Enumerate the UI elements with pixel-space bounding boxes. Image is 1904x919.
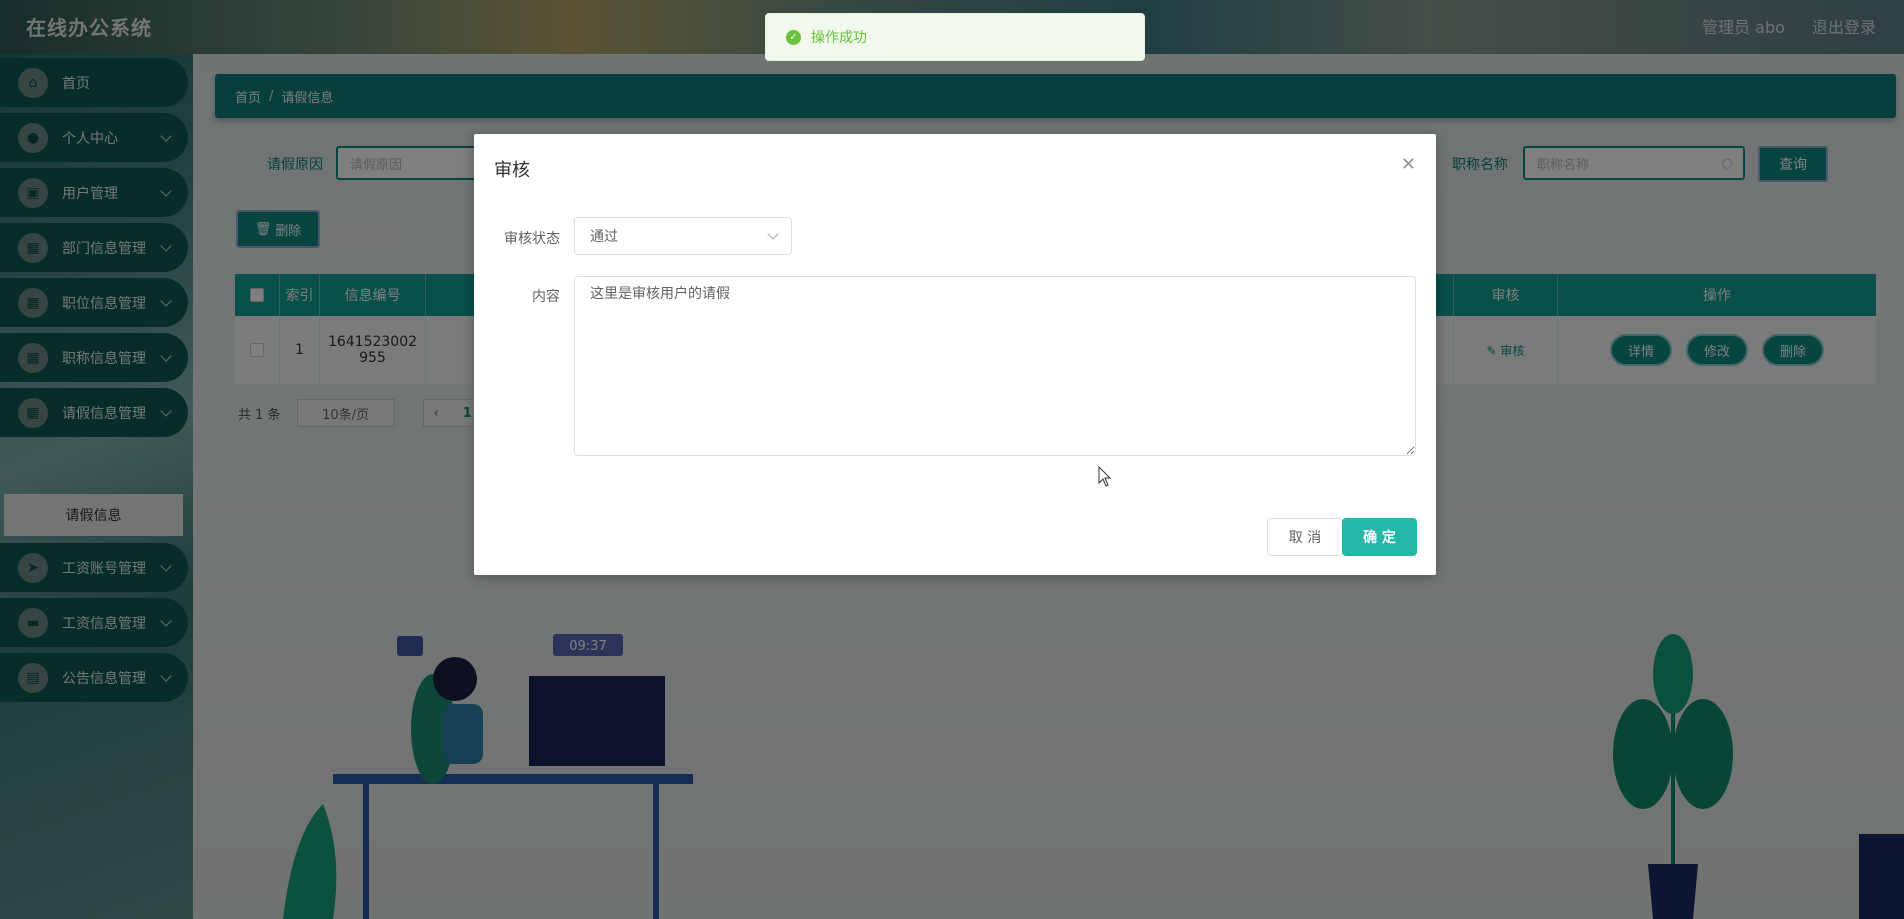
status-label: 审核状态 (504, 231, 560, 247)
content-textarea[interactable] (574, 276, 1416, 456)
toast-message: 操作成功 (811, 30, 867, 46)
confirm-button[interactable]: 确 定 (1342, 518, 1417, 556)
close-icon[interactable]: ✕ (1401, 154, 1416, 175)
mouse-cursor-icon (1098, 466, 1112, 487)
check-circle-icon: ✓ (786, 29, 801, 45)
success-toast: ✓ 操作成功 (765, 13, 1145, 61)
status-select[interactable]: 通过 (574, 217, 792, 255)
audit-dialog: 审核 ✕ 审核状态 通过 内容 取 消 确 定 (474, 134, 1436, 575)
chevron-down-icon (767, 228, 779, 240)
dialog-title: 审核 (494, 160, 530, 181)
content-label: 内容 (532, 289, 560, 305)
cancel-button[interactable]: 取 消 (1267, 518, 1343, 556)
status-value: 通过 (590, 229, 618, 245)
